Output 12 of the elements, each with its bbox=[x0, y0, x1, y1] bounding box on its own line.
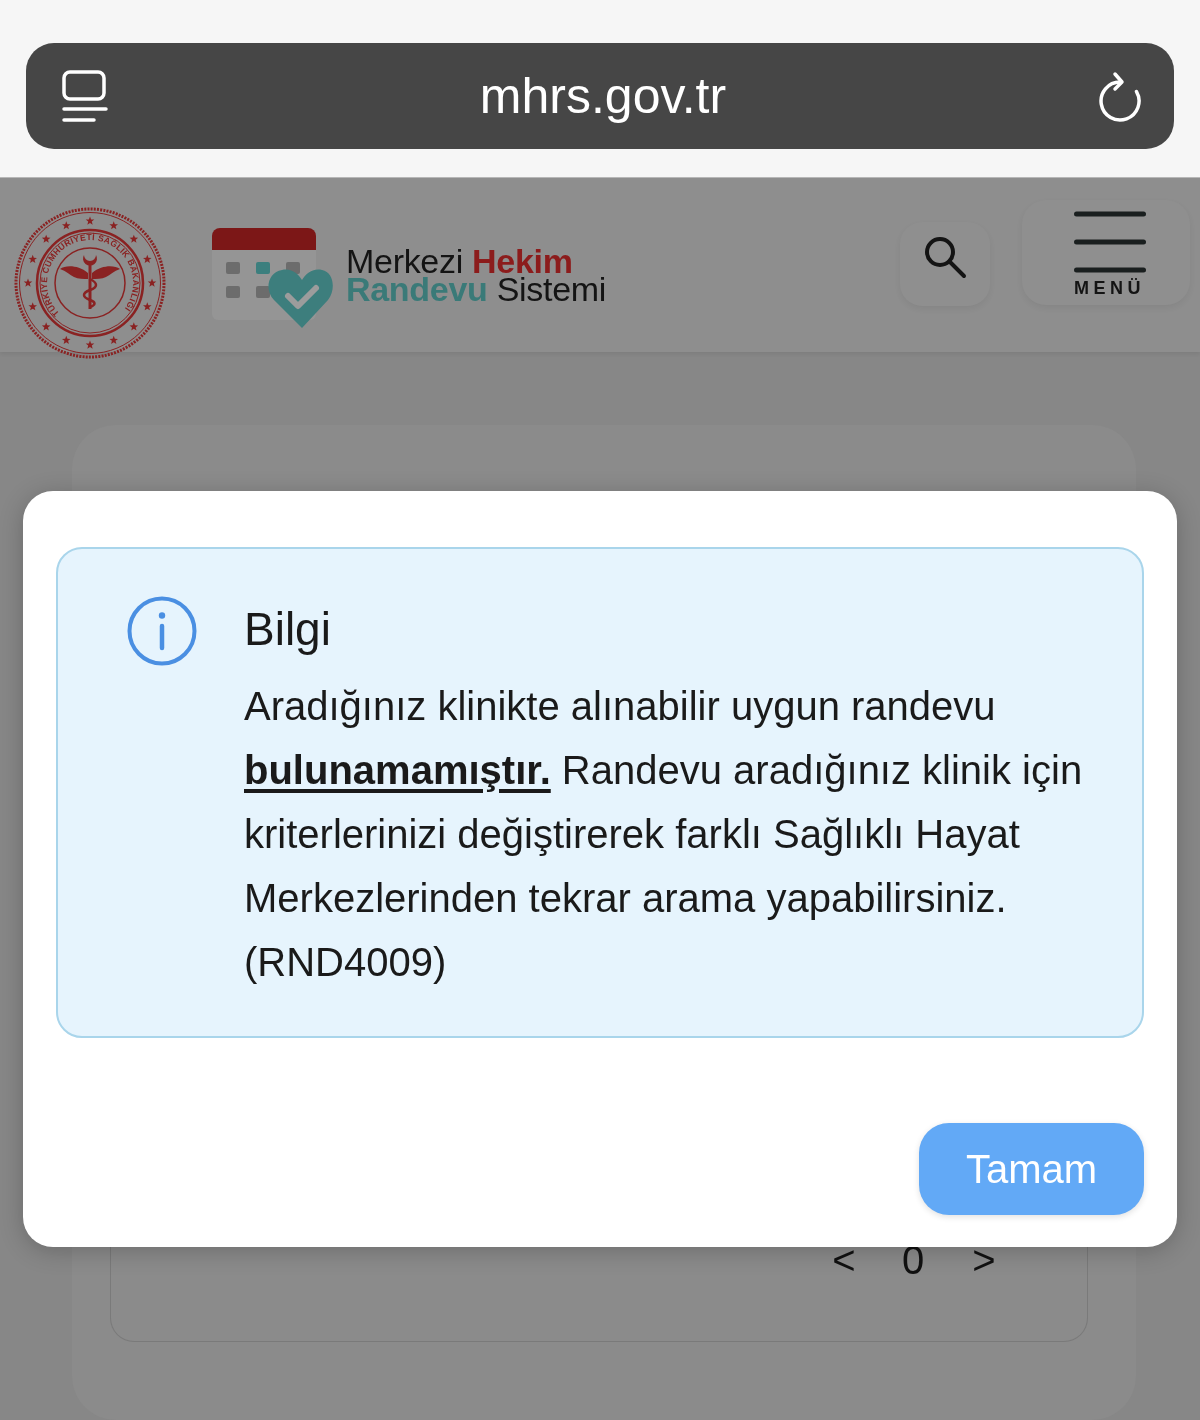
display-lines-icon[interactable] bbox=[62, 70, 108, 122]
reload-icon[interactable] bbox=[1098, 70, 1142, 122]
dialog-message: Aradığınız klinikte alınabilir uygun randevu bulunamamıştır. Randevu aradığınız klinik için kriterlerinizi değiştirerek farklı Sağlıklı Hayat Merkezlerinden tekrar arama yapabilirsiniz. (RND4009) bbox=[244, 683, 1084, 986]
info-icon bbox=[127, 596, 197, 666]
menu-icon bbox=[1074, 211, 1146, 273]
search-button[interactable] bbox=[900, 222, 990, 306]
dialog-title: Bilgi bbox=[244, 602, 332, 656]
search-icon bbox=[923, 235, 967, 279]
page-number: 0 bbox=[900, 1238, 926, 1282]
menu-button[interactable]: MENÜ bbox=[1022, 200, 1190, 305]
address-bar[interactable]: mhrs.gov.tr bbox=[26, 43, 1174, 149]
calendar-heart-logo-icon bbox=[210, 228, 334, 330]
